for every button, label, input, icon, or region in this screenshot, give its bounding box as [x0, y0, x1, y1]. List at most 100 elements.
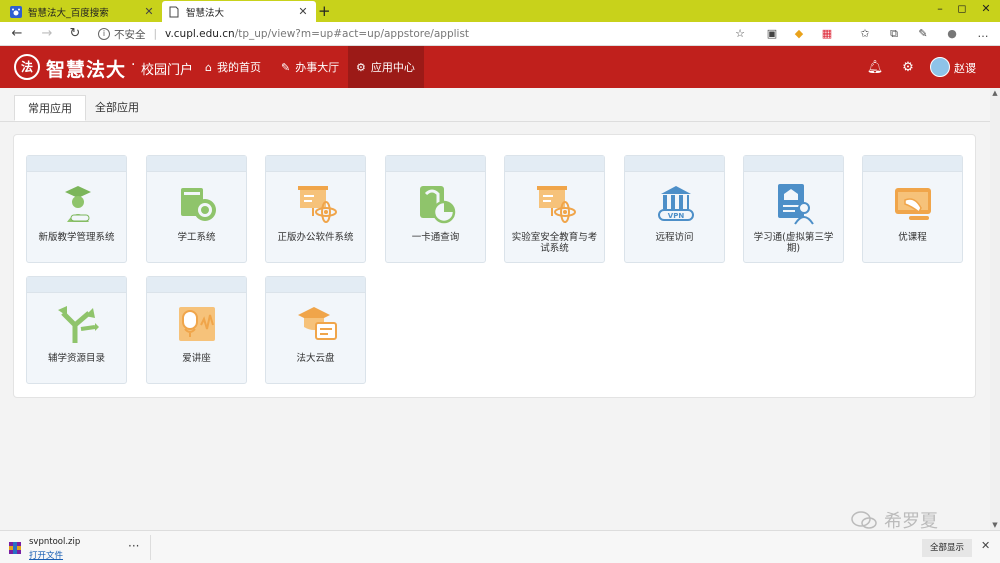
favorite-star-icon[interactable]: ☆: [733, 27, 747, 41]
scroll-down-icon[interactable]: ▼: [990, 520, 1000, 530]
app-label: 新版教学管理系统: [38, 232, 115, 243]
apps-icon: ⚙: [356, 60, 366, 74]
svg-text:VPN: VPN: [668, 212, 685, 220]
security-status: 不安全: [114, 28, 146, 41]
download-divider: [150, 535, 151, 560]
app-grid-panel: 新版教学管理系统 学工系统 正版办公软件系统 一卡通查询 实验室安全教育与考试系…: [13, 134, 976, 398]
app-card-remote-access[interactable]: VPN 远程访问: [624, 155, 725, 263]
app-label: 辅学资源目录: [47, 353, 105, 364]
graduate-icon: [65, 186, 91, 222]
user-name[interactable]: 赵谡: [954, 60, 976, 76]
zip-file-icon: [9, 542, 21, 554]
app-header: 法 智慧法大 · 校园门户 ⌂ 我的首页 ✎ 办事大厅 ⚙ 应用中心 🔔︎ ⚙ …: [0, 46, 1000, 88]
feedback-icon[interactable]: ✎: [916, 27, 930, 41]
app-card-lab-safety[interactable]: 实验室安全教育与考试系统: [504, 155, 605, 263]
card-header-strip: [266, 156, 365, 172]
maximize-button[interactable]: ◻: [950, 2, 974, 15]
bell-icon[interactable]: 🔔︎: [866, 59, 884, 77]
directions-icon: [58, 306, 99, 343]
nav-service-hall[interactable]: ✎ 办事大厅: [273, 46, 347, 88]
app-label: 优课程: [898, 232, 927, 243]
card-header-strip: [505, 156, 604, 172]
download-file-name: svpntool.zip: [29, 537, 81, 547]
close-download-bar-icon[interactable]: ✕: [981, 539, 990, 552]
back-icon[interactable]: ←: [8, 26, 26, 42]
address-divider: |: [153, 28, 158, 40]
app-label: 学工系统: [177, 232, 216, 243]
app-card-student-affairs[interactable]: 学工系统: [146, 155, 247, 263]
card-header-strip: [863, 156, 962, 172]
close-window-button[interactable]: ✕: [974, 2, 998, 15]
browser-tab-active[interactable]: 智慧法大 ✕: [162, 1, 316, 22]
forward-icon[interactable]: →: [38, 26, 56, 42]
open-file-link[interactable]: 打开文件: [29, 549, 63, 561]
show-all-downloads-button[interactable]: 全部显示: [922, 539, 972, 557]
tab-all-apps[interactable]: 全部应用: [82, 95, 152, 121]
settings-more-icon[interactable]: …: [976, 27, 990, 41]
shield-extension-icon[interactable]: ◆: [792, 27, 806, 41]
collections-icon[interactable]: ⧉: [887, 27, 901, 41]
cloud-disk-icon: [298, 307, 337, 340]
lab-safety-icon: [537, 186, 576, 223]
close-tab-icon[interactable]: ✕: [296, 5, 310, 18]
app-card-office-software[interactable]: 正版办公软件系统: [265, 155, 366, 263]
browser-toolbar: ← → ↻ i 不安全 | v.cupl.edu.cn/tp_up/view?m…: [0, 22, 1000, 46]
card-query-icon: [420, 186, 456, 224]
card-header-strip: [27, 156, 126, 172]
app-card-lecture[interactable]: 爱讲座: [146, 276, 247, 384]
course-icon: [895, 188, 931, 220]
browser-tab-title: 智慧法大: [186, 7, 225, 19]
scroll-up-icon[interactable]: ▲: [990, 88, 1000, 98]
app-card-teaching[interactable]: 新版教学管理系统: [26, 155, 127, 263]
app-label: 一卡通查询: [411, 232, 460, 243]
tab-common-apps[interactable]: 常用应用: [14, 95, 86, 121]
browser-tab-baidu[interactable]: 智慧法大_百度搜索 ✕: [4, 1, 162, 22]
presentation-atom-icon: [298, 186, 337, 223]
nav-label: 我的首页: [216, 61, 261, 74]
baidu-favicon-icon: [10, 5, 22, 18]
browser-tab-title: 智慧法大_百度搜索: [28, 7, 109, 19]
brand-separator: ·: [131, 57, 136, 73]
card-header-strip: [27, 277, 126, 293]
gear-icon[interactable]: ⚙: [899, 59, 917, 77]
page-favicon-icon: [169, 6, 179, 17]
nav-my-home[interactable]: ⌂ 我的首页: [197, 46, 269, 88]
nav-label: 应用中心: [370, 61, 415, 74]
extension-badge-icon[interactable]: ▦: [820, 27, 834, 41]
card-header-strip: [266, 277, 365, 293]
app-label: 法大云盘: [296, 353, 335, 364]
minimize-button[interactable]: –: [928, 2, 952, 15]
student-affairs-icon: [181, 188, 216, 221]
university-logo[interactable]: 法: [14, 54, 40, 80]
nav-app-center[interactable]: ⚙ 应用中心: [348, 46, 424, 88]
card-header-strip: [744, 156, 843, 172]
app-label: 学习通(虚拟第三学期): [753, 232, 834, 254]
address-bar[interactable]: i 不安全 | v.cupl.edu.cn/tp_up/view?m=up#ac…: [98, 24, 750, 44]
avatar[interactable]: [930, 57, 950, 77]
app-card-cloud-disk[interactable]: 法大云盘: [265, 276, 366, 384]
app-card-card-query[interactable]: 一卡通查询: [385, 155, 486, 263]
app-card-learning[interactable]: 学习通(虚拟第三学期): [743, 155, 844, 263]
favorites-icon[interactable]: ✩: [858, 27, 872, 41]
download-bar: svpntool.zip 打开文件 ··· 全部显示 ✕: [0, 530, 1000, 563]
url-host: v.cupl.edu.cn: [165, 28, 235, 40]
brand-title: 智慧法大: [46, 59, 127, 81]
info-icon[interactable]: i: [98, 28, 110, 40]
app-card-resource-directory[interactable]: 辅学资源目录: [26, 276, 127, 384]
profile-icon[interactable]: ●: [945, 27, 959, 41]
url-path: /tp_up/view?m=up#act=up/appstore/applist: [234, 28, 470, 40]
extension-icon[interactable]: ▣: [765, 27, 779, 41]
download-more-button[interactable]: ···: [128, 539, 139, 553]
close-tab-icon[interactable]: ✕: [142, 5, 156, 18]
brand-subtitle: 校园门户: [141, 63, 194, 78]
card-header-strip: [147, 156, 246, 172]
app-tabs: 常用应用 全部应用: [0, 88, 1000, 122]
card-header-strip: [147, 277, 246, 293]
vertical-scrollbar[interactable]: ▲ ▼: [990, 88, 1000, 530]
new-tab-button[interactable]: +: [318, 2, 331, 20]
edit-icon: ✎: [281, 60, 291, 74]
app-label: 实验室安全教育与考试系统: [511, 232, 598, 254]
app-card-course[interactable]: 优课程: [862, 155, 963, 263]
reload-icon[interactable]: ↻: [66, 26, 84, 42]
learning-icon: [778, 184, 814, 225]
